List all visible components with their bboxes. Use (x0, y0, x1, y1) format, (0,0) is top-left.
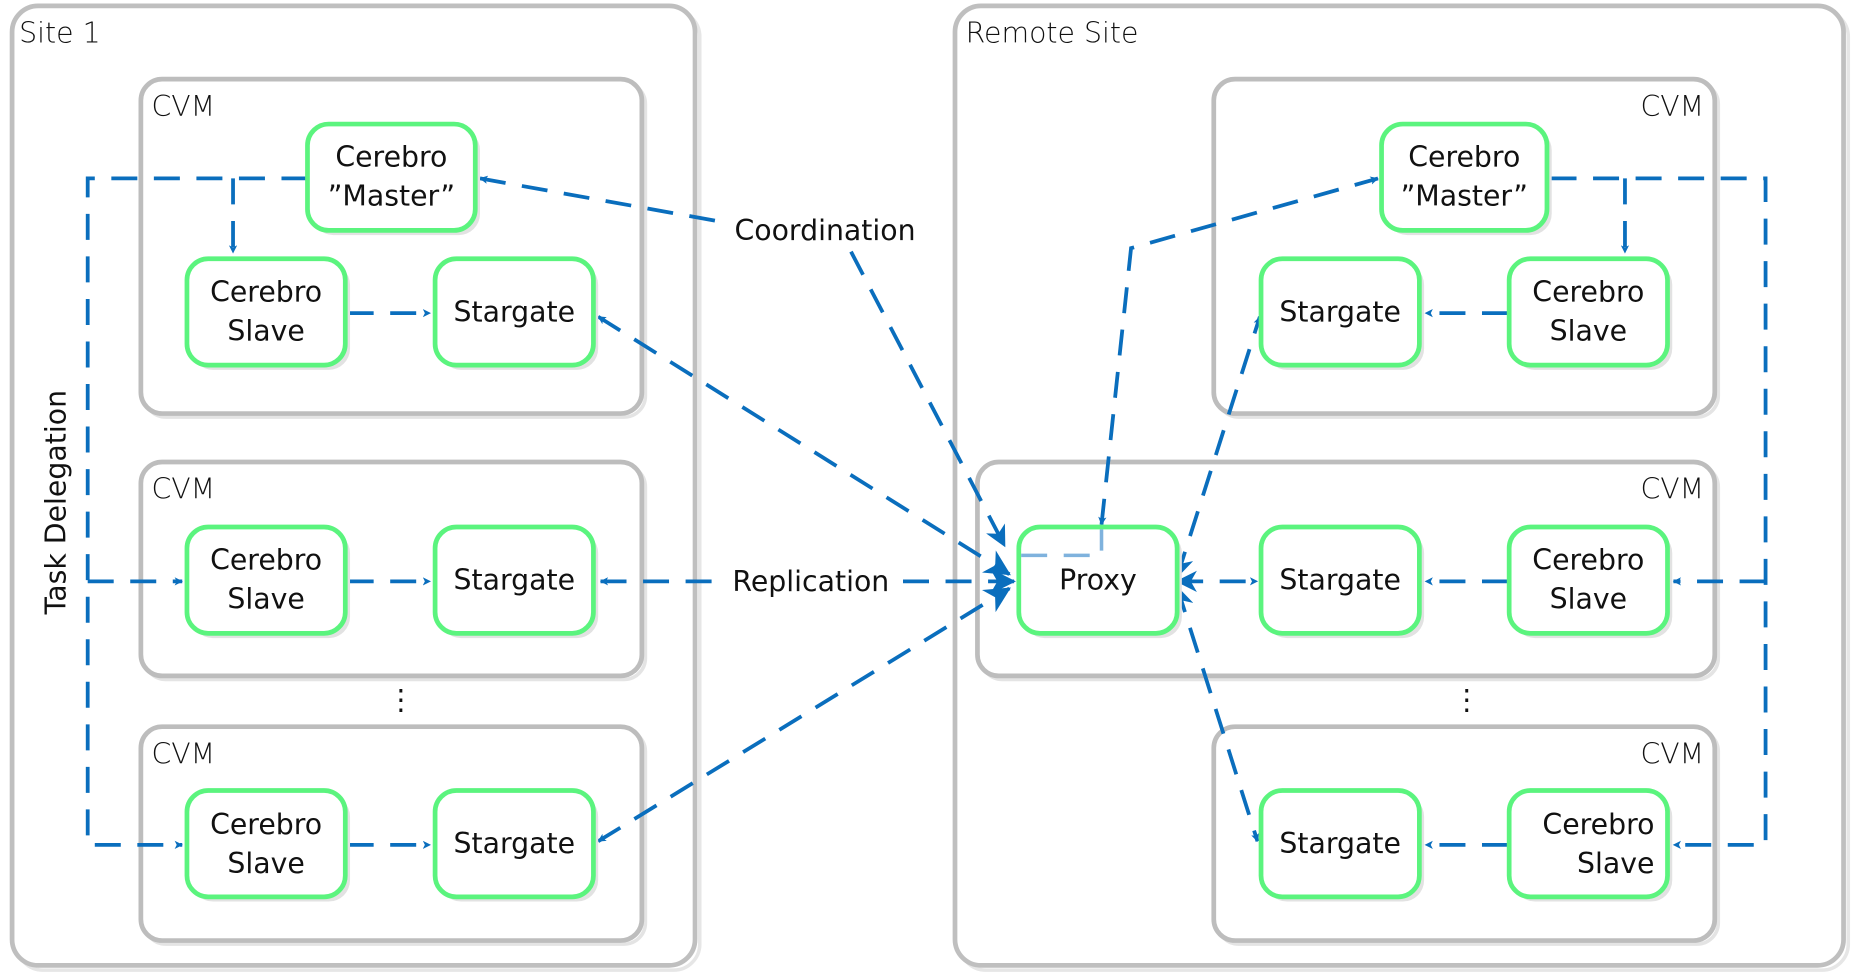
component-label: Stargate (453, 827, 575, 860)
cvm-label: CVM (152, 737, 216, 770)
site1-cerebro-master[interactable]: Cerebro ”Master” (305, 121, 480, 236)
task-delegation-label-group: Task Delegation (35, 354, 76, 639)
remote-cerebro-slave-1[interactable]: Cerebro Slave (1506, 256, 1673, 370)
site1-cerebro-slave-3[interactable]: Cerebro Slave (184, 788, 351, 902)
component-label: Slave (1577, 847, 1654, 880)
component-label: Cerebro (1532, 275, 1644, 308)
component-label: ”Master” (1401, 180, 1528, 213)
component-label: Cerebro (335, 141, 447, 174)
component-label: Stargate (1279, 827, 1401, 860)
component-label: Cerebro (210, 808, 322, 841)
remote-stargate-2[interactable]: Stargate (1258, 524, 1425, 639)
component-label: Cerebro (1532, 544, 1644, 577)
remote-cerebro-slave-3[interactable]: Cerebro Slave (1506, 788, 1673, 902)
component-label: Proxy (1059, 564, 1137, 597)
component-label: Cerebro (210, 275, 322, 308)
site1-stargate-2[interactable]: Stargate (432, 524, 599, 639)
component-label: Stargate (453, 295, 575, 328)
component-label: Slave (227, 583, 304, 616)
cvm-label: CVM (1640, 90, 1704, 123)
architecture-diagram: Site 1 CVM CVM CVM ⋮ Remote Site CVM CVM… (9, 3, 1851, 972)
component-label: ”Master” (328, 180, 455, 213)
component-label: Slave (1550, 583, 1627, 616)
component-label: Cerebro (1408, 141, 1520, 174)
remote-stargate-1[interactable]: Stargate (1258, 256, 1425, 370)
remote-stargate-3[interactable]: Stargate (1258, 788, 1425, 902)
component-label: Slave (227, 847, 304, 880)
component-label: Slave (1550, 314, 1627, 347)
more-cvms-ellipsis: ⋮ (1452, 683, 1480, 716)
remote-cerebro-slave-2[interactable]: Cerebro Slave (1506, 524, 1673, 639)
component-label: Stargate (1279, 564, 1401, 597)
cvm-label: CVM (152, 90, 216, 123)
component-label: Cerebro (210, 544, 322, 577)
component-label: Stargate (453, 564, 575, 597)
site1-cerebro-slave-1[interactable]: Cerebro Slave (184, 256, 351, 370)
replication-label-group: Replication (716, 565, 901, 601)
component-label: Cerebro (1542, 808, 1654, 841)
cvm-label: CVM (1640, 737, 1704, 770)
more-cvms-ellipsis: ⋮ (387, 683, 415, 716)
coordination-label-group: Coordination (716, 212, 934, 249)
site-1-label: Site 1 (19, 17, 100, 50)
replication-label: Replication (732, 565, 889, 598)
site1-stargate-3[interactable]: Stargate (432, 788, 599, 902)
component-label: Slave (227, 314, 304, 347)
site1-cerebro-slave-2[interactable]: Cerebro Slave (184, 524, 351, 639)
cvm-label: CVM (152, 473, 216, 506)
task-delegation-label: Task Delegation (39, 390, 72, 615)
cvm-label: CVM (1640, 473, 1704, 506)
remote-cerebro-master[interactable]: Cerebro ”Master” (1379, 121, 1552, 236)
coordination-label: Coordination (734, 214, 915, 247)
component-label: Stargate (1279, 295, 1401, 328)
remote-site-label: Remote Site (966, 17, 1139, 50)
site1-stargate-1[interactable]: Stargate (432, 256, 599, 370)
